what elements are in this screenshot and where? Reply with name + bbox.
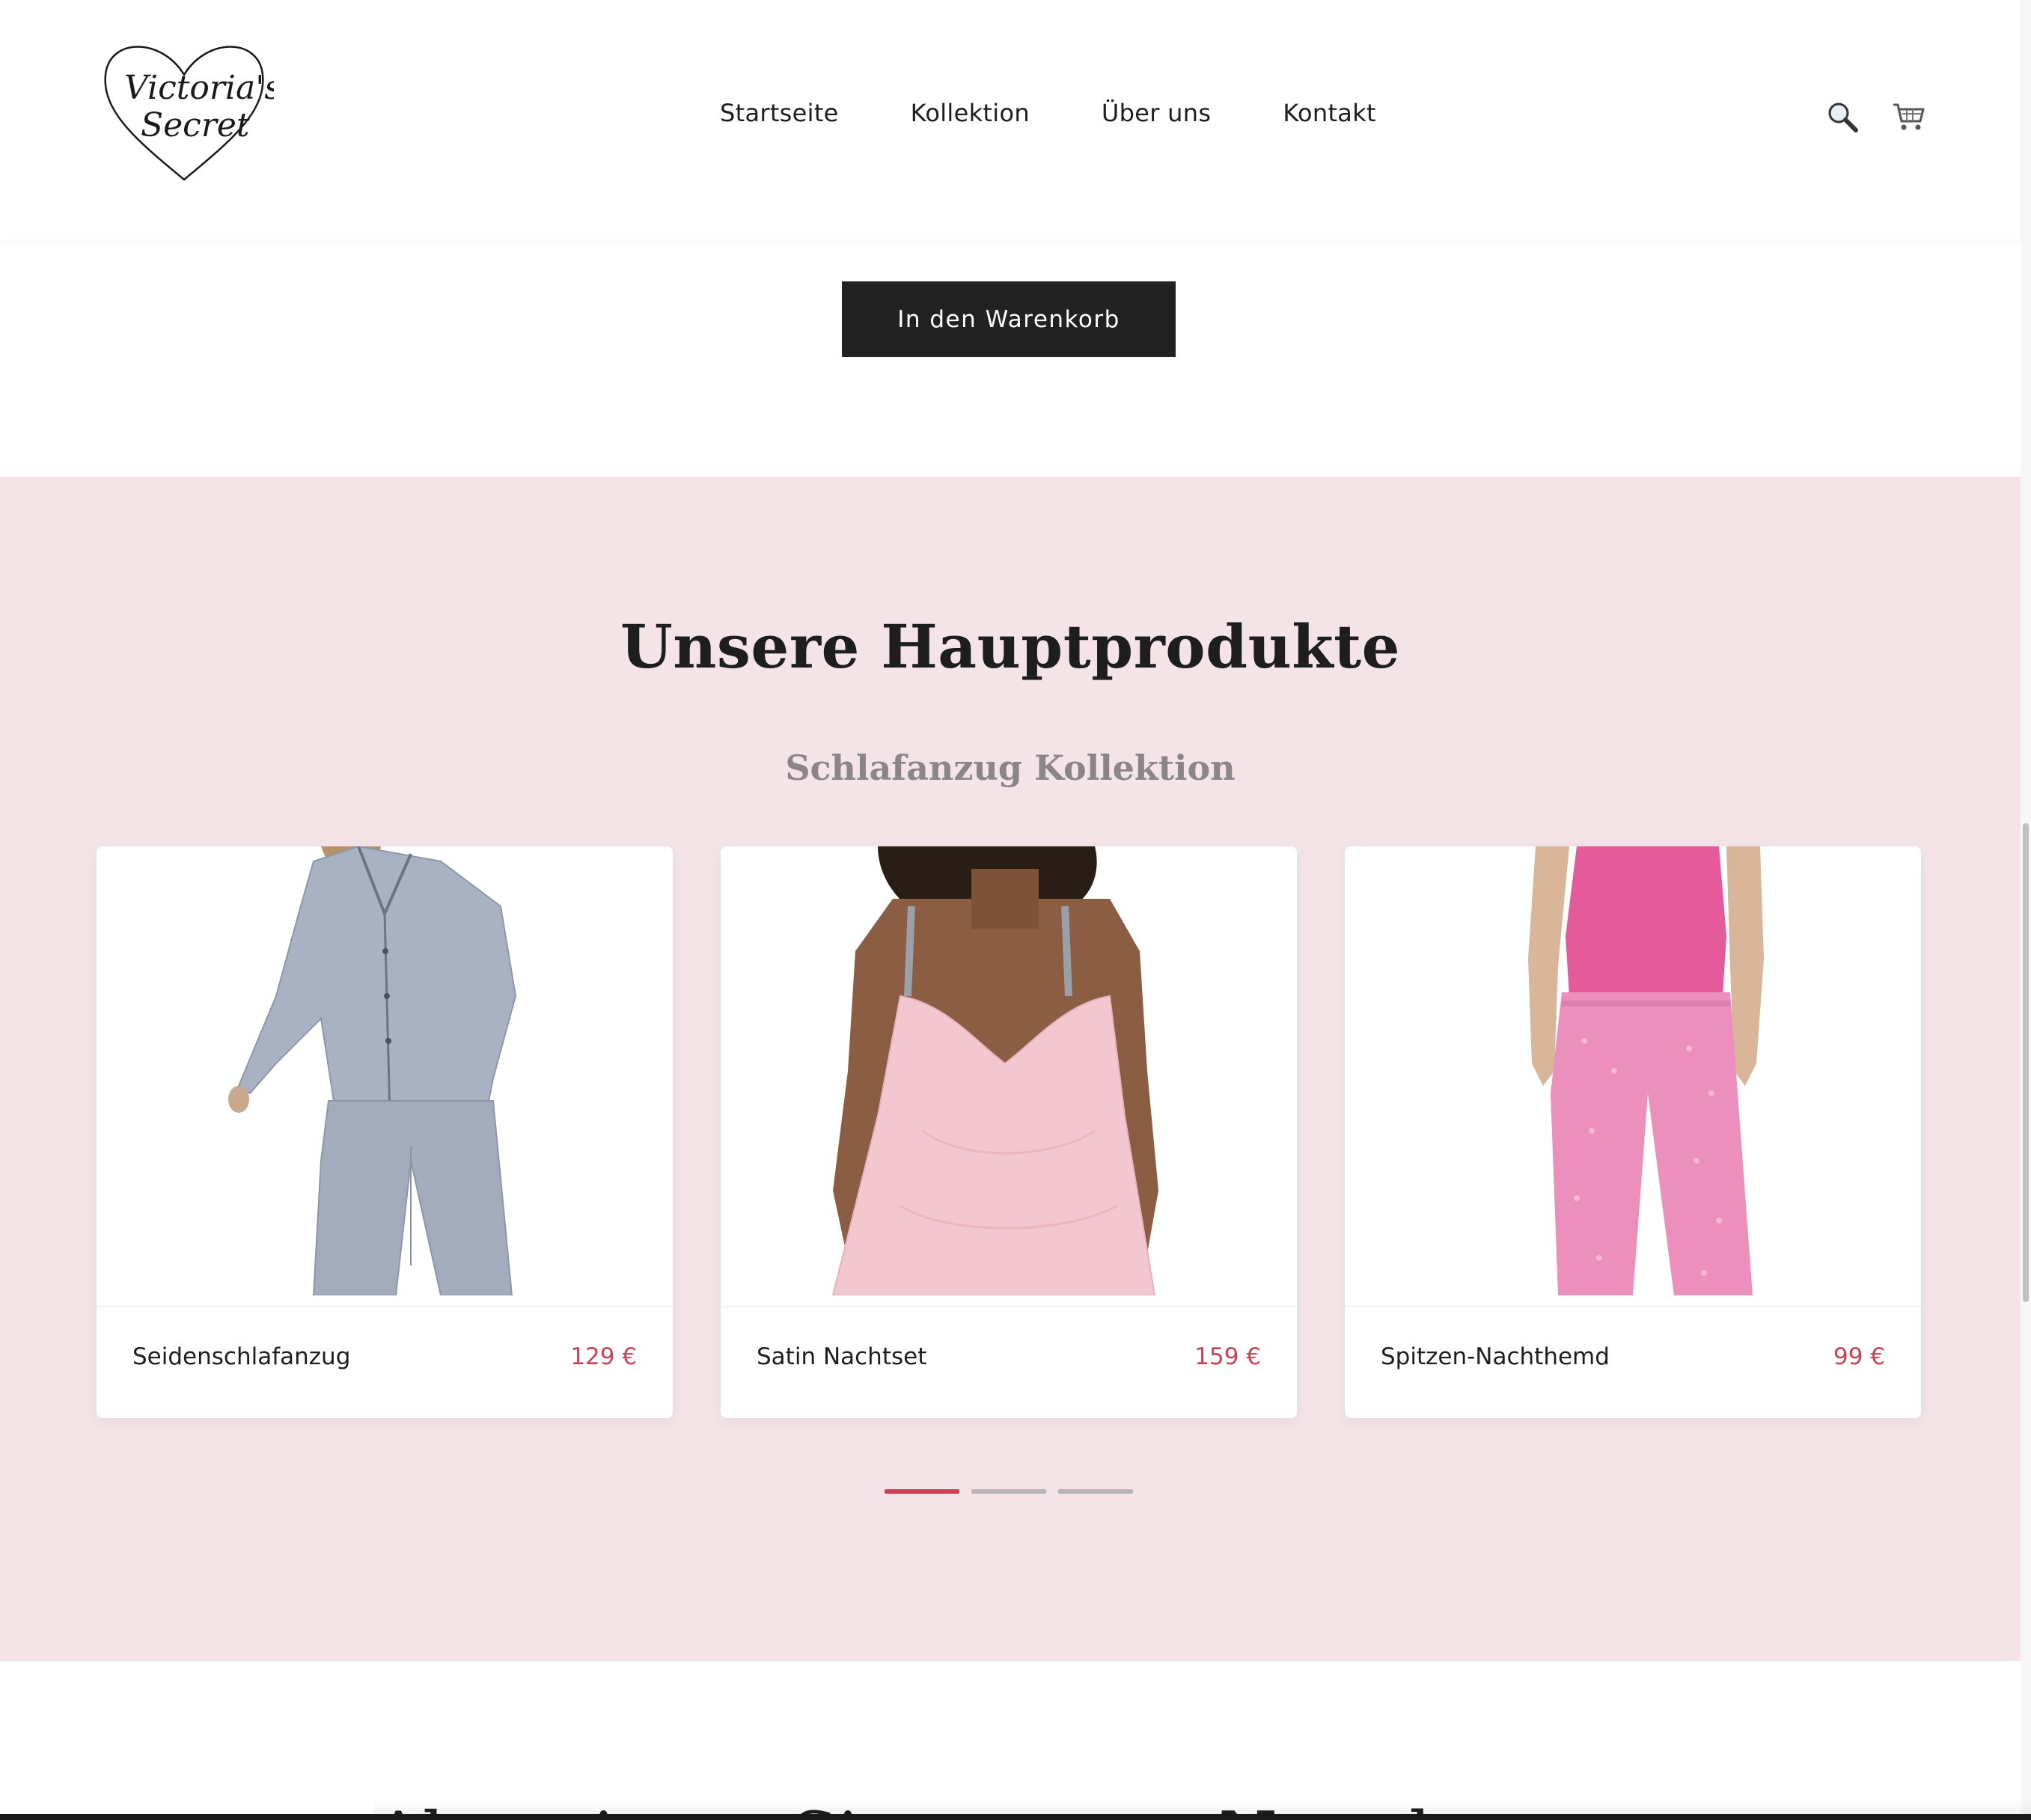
logo-text-line2: Secret (141, 106, 250, 144)
cart-icon[interactable] (1890, 99, 1926, 135)
brand-logo-mark: Victoria's Secret (104, 46, 281, 181)
product-price: 159 € (1194, 1343, 1261, 1370)
carousel-pagination (885, 1489, 1133, 1494)
brand-logo[interactable]: Victoria's Secret (94, 30, 281, 187)
main-nav: Startseite Kollektion Über uns Kontakt (720, 99, 1376, 127)
products-subtitle: Schlafanzug Kollektion (785, 748, 1236, 788)
carousel-dot-2[interactable] (971, 1489, 1046, 1494)
page-scrollbar-thumb[interactable] (2023, 823, 2029, 1302)
site-header: Victoria's Secret Startseite Kollektion … (0, 0, 2021, 239)
product-card-spitzen-nachthemd[interactable]: Spitzen-Nachthemd 99 € (1345, 846, 1921, 1418)
product-card-seidenschlafanzug[interactable]: Seidenschlafanzug 129 € (97, 846, 673, 1418)
main-products-section: Unsere Hauptprodukte Schlafanzug Kollekt… (0, 477, 2021, 1661)
product-name[interactable]: Satin Nachtset (757, 1343, 926, 1370)
product-carousel: Seidenschlafanzug 129 € Satin Nachtset 1… (97, 846, 1922, 1418)
product-card-satin-nachtset[interactable]: Satin Nachtset 159 € (721, 846, 1297, 1418)
products-title: Unsere Hauptprodukte (620, 611, 1401, 682)
search-icon[interactable] (1824, 99, 1860, 135)
nav-kollektion[interactable]: Kollektion (911, 99, 1030, 127)
carousel-dot-3[interactable] (1058, 1489, 1133, 1494)
card-divider (1345, 1306, 1921, 1307)
card-divider (721, 1306, 1297, 1307)
add-to-cart-button[interactable]: In den Warenkorb (842, 281, 1176, 357)
product-image-pink-top-pants[interactable] (1345, 846, 1921, 1295)
nav-ueber-uns[interactable]: Über uns (1102, 99, 1211, 127)
bottom-edge (0, 1814, 2031, 1820)
product-name[interactable]: Spitzen-Nachthemd (1381, 1343, 1610, 1370)
logo-text-line1: Victoria's (124, 69, 274, 107)
card-divider (97, 1306, 673, 1307)
product-image-pink-satin-slip[interactable] (721, 846, 1297, 1295)
product-image-grey-silk-pajama[interactable] (97, 846, 673, 1295)
product-name[interactable]: Seidenschlafanzug (132, 1343, 350, 1370)
nav-kontakt[interactable]: Kontakt (1283, 99, 1376, 127)
header-icons (1824, 99, 1926, 135)
product-price: 99 € (1833, 1343, 1885, 1370)
nav-startseite[interactable]: Startseite (720, 99, 839, 127)
carousel-dot-1[interactable] (885, 1489, 959, 1494)
product-price: 129 € (570, 1343, 637, 1370)
